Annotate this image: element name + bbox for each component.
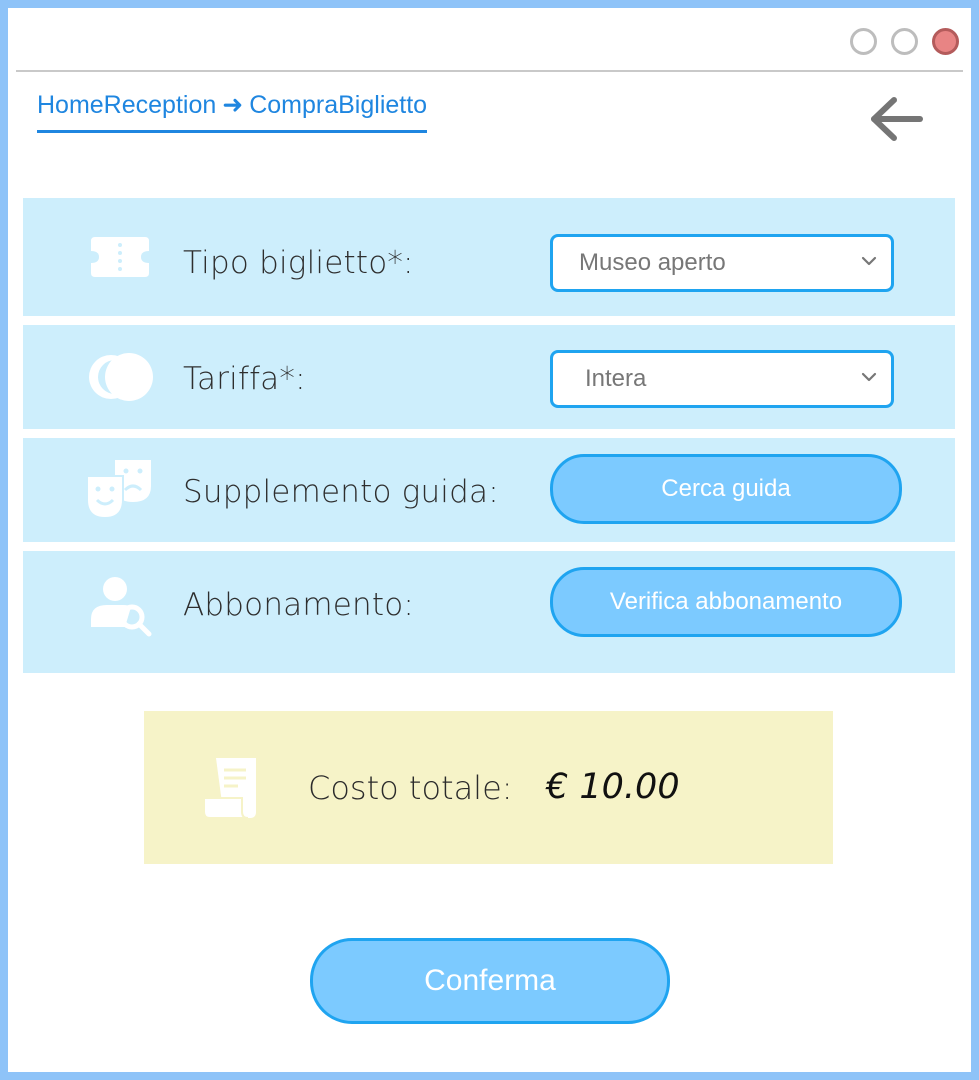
total-cost-label: Costo totale:	[308, 769, 513, 807]
close-button[interactable]	[932, 28, 959, 55]
chevron-down-icon	[861, 256, 877, 266]
title-bar	[16, 16, 963, 72]
total-cost-value: € 10.00	[546, 767, 680, 807]
fare-row: Tariffa*: Intera	[23, 325, 955, 429]
chevron-down-icon	[861, 372, 877, 382]
ticket-type-value: Museo aperto	[579, 249, 726, 276]
theater-masks-icon	[86, 460, 151, 520]
ticket-type-row: Tipo biglietto*: Museo aperto	[23, 198, 955, 316]
coins-icon	[89, 353, 153, 401]
receipt-icon	[203, 758, 256, 819]
breadcrumb-home-link[interactable]: HomeReception	[37, 91, 216, 119]
ticket-type-select[interactable]: Museo aperto	[550, 234, 894, 292]
subscription-row: Abbonamento: Verifica abbonamento	[23, 551, 955, 673]
ticket-icon	[91, 237, 149, 277]
fare-label: Tariffa*:	[183, 361, 306, 397]
total-cost-panel: Costo totale: € 10.00	[144, 711, 833, 864]
back-button[interactable]	[866, 92, 926, 146]
breadcrumb-arrow-icon: ➜	[222, 91, 244, 119]
verify-subscription-button[interactable]: Verifica abbonamento	[550, 567, 902, 637]
guide-label: Supplemento guida:	[183, 474, 499, 510]
user-search-icon	[91, 577, 152, 637]
confirm-button[interactable]: Conferma	[310, 938, 670, 1024]
breadcrumb-current: CompraBiglietto	[249, 91, 428, 119]
arrow-left-icon	[871, 97, 923, 141]
subscription-label: Abbonamento:	[183, 587, 415, 623]
fare-select[interactable]: Intera	[550, 350, 894, 408]
fare-value: Intera	[585, 365, 647, 392]
search-guide-button[interactable]: Cerca guida	[550, 454, 902, 524]
ticket-type-label: Tipo biglietto*:	[183, 245, 414, 281]
breadcrumb: HomeReception ➜ CompraBiglietto	[37, 90, 428, 133]
minimize-button[interactable]	[850, 28, 877, 55]
guide-row: Supplemento guida: Cerca guida	[23, 438, 955, 542]
maximize-button[interactable]	[891, 28, 918, 55]
